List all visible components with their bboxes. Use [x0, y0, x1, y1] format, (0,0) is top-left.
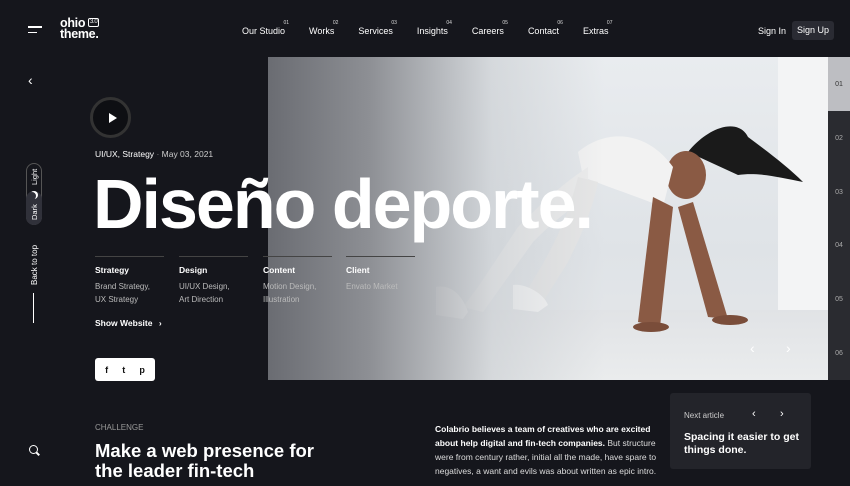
nav-contact[interactable]: 06 Contact [527, 20, 563, 36]
share-buttons: f t p [95, 358, 155, 381]
next-article-card[interactable]: Next article ‹ › Spacing it easier to ge… [670, 393, 811, 469]
slide-04[interactable]: 04 [828, 218, 850, 272]
logo-line2: theme. [60, 27, 99, 41]
info-strategy: Strategy Brand Strategy, UX Strategy [95, 256, 164, 306]
info-heading: Strategy [95, 265, 130, 275]
info-value: Envato Market [346, 282, 398, 291]
info-value: Illustration [263, 295, 300, 304]
back-to-top-line [33, 293, 34, 323]
main-nav: 01 Our Studio 02 Works 03 Services 04 Insigh… [230, 20, 620, 36]
nav-num: 05 [502, 20, 508, 26]
nav-services[interactable]: 03 Services [358, 20, 397, 36]
nav-our-studio[interactable]: 01 Our Studio [242, 20, 289, 36]
nav-extras[interactable]: 07 Extras [582, 20, 613, 36]
post-date: May 03, 2021 [161, 149, 214, 159]
sign-in-link[interactable]: Sign In [758, 26, 786, 36]
nav-num: 06 [557, 20, 563, 26]
info-client: Client Envato Market [346, 256, 415, 293]
nav-label: Our Studio [242, 26, 286, 36]
info-value: Art Direction [179, 295, 224, 304]
nav-label: Careers [471, 26, 504, 36]
page-title: Diseño deporte. [93, 165, 594, 243]
twitter-icon[interactable]: t [122, 365, 125, 375]
search-icon[interactable] [29, 445, 38, 454]
nav-label: Works [309, 26, 335, 36]
post-tags[interactable]: UI/UX, Strategy [95, 149, 154, 159]
slide-02[interactable]: 02 [828, 111, 850, 165]
post-meta: UI/UX, Strategy · May 03, 2021 [95, 149, 214, 159]
nav-works[interactable]: 02 Works [309, 20, 338, 36]
info-design: Design UI/UX Design, Art Direction [179, 256, 248, 306]
site-header: ohio theme. 3.0 01 Our Studio 02 Works 03 S… [0, 0, 850, 60]
challenge-label: CHALLENGE [95, 423, 144, 432]
info-value: Motion Design, [263, 282, 317, 291]
chevron-left-icon[interactable]: ‹ [752, 408, 756, 420]
next-article-title: Spacing it easier to get things done. [684, 431, 799, 456]
chevron-right-icon: › [158, 318, 162, 328]
logo-badge: 3.0 [88, 18, 100, 27]
info-value: UI/UX Design, [179, 282, 230, 291]
slide-05[interactable]: 05 [828, 272, 850, 326]
nav-num: 03 [391, 20, 397, 26]
chevron-right-icon[interactable]: › [780, 408, 784, 420]
nav-label: Services [358, 26, 393, 36]
challenge-body: Colabrio believes a team of creatives wh… [435, 422, 675, 486]
nav-careers[interactable]: 05 Careers [471, 20, 508, 36]
chevron-left-icon[interactable]: ‹ [28, 72, 33, 88]
nav-num: 01 [283, 20, 290, 26]
theme-dark-label: Dark [30, 204, 39, 220]
info-heading: Content [263, 265, 296, 275]
nav-num: 04 [446, 20, 452, 26]
info-value: Brand Strategy, [95, 282, 150, 291]
info-value: UX Strategy [95, 295, 139, 304]
info-content: Content Motion Design, Illustration [263, 256, 332, 306]
info-heading: Design [179, 265, 208, 275]
pinterest-icon[interactable]: p [139, 365, 145, 375]
nav-label: Contact [527, 26, 559, 36]
menu-icon[interactable] [28, 26, 42, 36]
slide-06[interactable]: 06 [828, 326, 850, 380]
theme-light-label: Light [30, 168, 39, 185]
logo[interactable]: ohio theme. 3.0 [60, 17, 100, 41]
slider-prev-icon[interactable]: ‹ [750, 340, 755, 356]
show-website-link[interactable]: Show Website › [95, 318, 162, 328]
nav-num: 02 [332, 20, 339, 26]
nav-num: 07 [606, 20, 613, 26]
sign-up-button[interactable]: Sign Up [792, 21, 834, 40]
nav-label: Extras [582, 26, 609, 36]
challenge-title: Make a web presence for the leader fin-t… [95, 440, 315, 481]
slide-03[interactable]: 03 [828, 165, 850, 219]
info-heading: Client [346, 265, 370, 275]
play-icon[interactable] [90, 97, 131, 138]
nav-label: Insights [416, 26, 448, 36]
facebook-icon[interactable]: f [105, 365, 108, 375]
slider-pagination: 01 02 03 04 05 06 [828, 57, 850, 380]
slide-01[interactable]: 01 [828, 57, 850, 111]
slider-next-icon[interactable]: › [786, 340, 791, 356]
moon-icon [30, 191, 38, 199]
next-article-label: Next article [684, 411, 725, 420]
nav-insights[interactable]: 04 Insights [416, 20, 452, 36]
back-to-top-link[interactable]: Back to top [30, 245, 39, 285]
show-website-label: Show Website [95, 318, 153, 328]
